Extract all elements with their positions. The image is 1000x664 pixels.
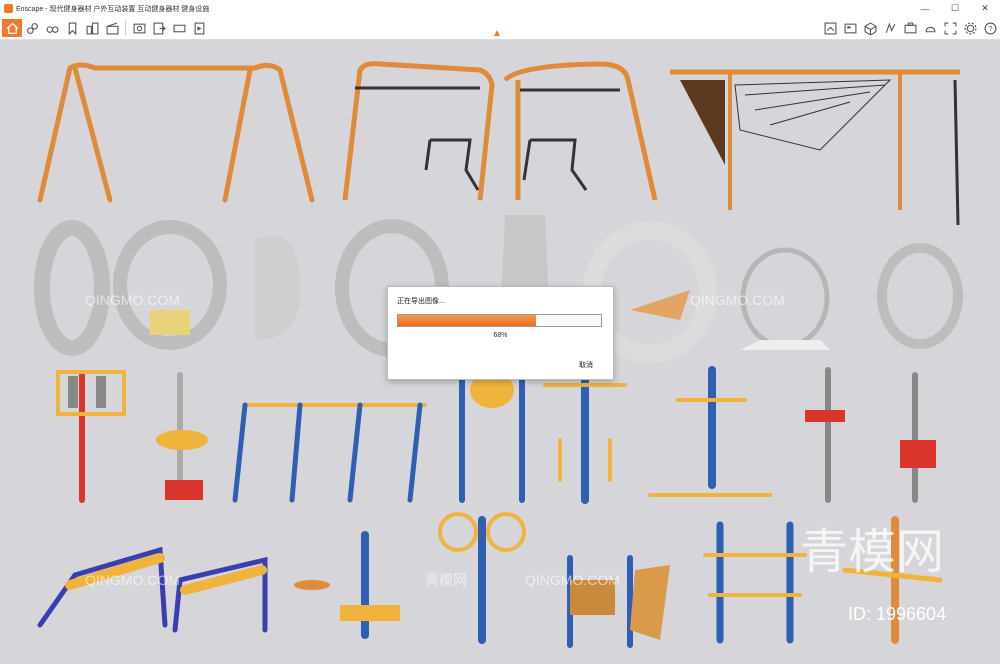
export-button[interactable] [149,19,169,37]
panorama-icon [824,22,836,34]
materials-icon [885,22,895,33]
render-preview-icon [844,23,856,33]
binoculars-icon [46,25,58,33]
screenshot-icon [133,23,145,33]
progress-percent: 68% [493,332,508,339]
screenshot-button[interactable] [129,19,149,37]
capture-button[interactable] [900,19,920,37]
sky-button[interactable] [920,19,940,37]
clapboard-icon [106,22,118,34]
render-preview-button[interactable] [840,19,860,37]
city-icon [86,22,98,34]
layers-button[interactable] [169,19,189,37]
climbing-net-frame [670,69,960,226]
swing-frame-1 [37,62,315,203]
bookmark-icon [68,22,76,35]
fullscreen-button[interactable] [940,19,960,37]
enscape-logo-icon [4,4,13,13]
toolbar-divider [125,21,126,35]
watermark-cn-text: 青模网 [425,573,467,589]
watermark-id: ID: 1996604 [848,604,947,624]
dialog-title: 正在导出图像... [397,298,445,305]
watermark-cn-large: 青模网 [800,524,945,580]
close-button[interactable]: ✕ [970,0,1000,17]
maximize-button[interactable]: ☐ [940,0,970,17]
bookmark-button[interactable] [62,19,82,37]
binoculars-button[interactable] [42,19,62,37]
pendulum-swing-2 [503,61,658,201]
cancel-button[interactable]: 取消 [579,360,593,370]
minimize-button[interactable]: — [910,0,940,17]
pendulum-swing [342,61,495,201]
home-icon [6,22,18,34]
capture-icon [904,22,916,33]
link-button[interactable] [22,19,42,37]
clapboard-button[interactable] [102,19,122,37]
layers-icon [173,24,185,32]
gear-icon [964,22,976,34]
home-button[interactable] [2,19,22,37]
export-icon [153,22,166,34]
help-button[interactable]: ? [980,19,1000,37]
asset-library-button[interactable] [860,19,880,37]
materials-button[interactable] [880,19,900,37]
help-icon: ? [984,22,996,34]
video-export-button[interactable] [189,19,209,37]
title-bar: Enscape - 现代健身器材 户外互动装置 互动健身器材 健身设施 — ☐ … [0,0,1000,17]
watermark-text: QINGMO.COM [85,292,180,308]
progress-fill [398,315,537,326]
sky-icon [925,26,935,32]
collapse-toolbar-chevron-icon[interactable]: ▲ [492,28,502,39]
export-progress-dialog: 正在导出图像... 68% 取消 [387,286,614,380]
watermark-text: QINGMO.COM [525,572,620,588]
export-progress-bar [397,314,602,327]
watermark-text: QINGMO.COM [85,572,180,588]
watermark-text: QINGMO.COM [690,292,785,308]
window-title: Enscape - 现代健身器材 户外互动装置 互动健身器材 健身设施 [16,5,210,13]
settings-button[interactable] [960,19,980,37]
svg-text:?: ? [988,24,992,33]
city-button[interactable] [82,19,102,37]
panorama-button[interactable] [820,19,840,37]
fullscreen-icon [944,22,956,34]
outdoor-fitness-row [56,366,936,504]
video-export-icon [194,22,204,34]
asset-library-icon [863,21,877,35]
settings-link-icon [26,22,38,34]
